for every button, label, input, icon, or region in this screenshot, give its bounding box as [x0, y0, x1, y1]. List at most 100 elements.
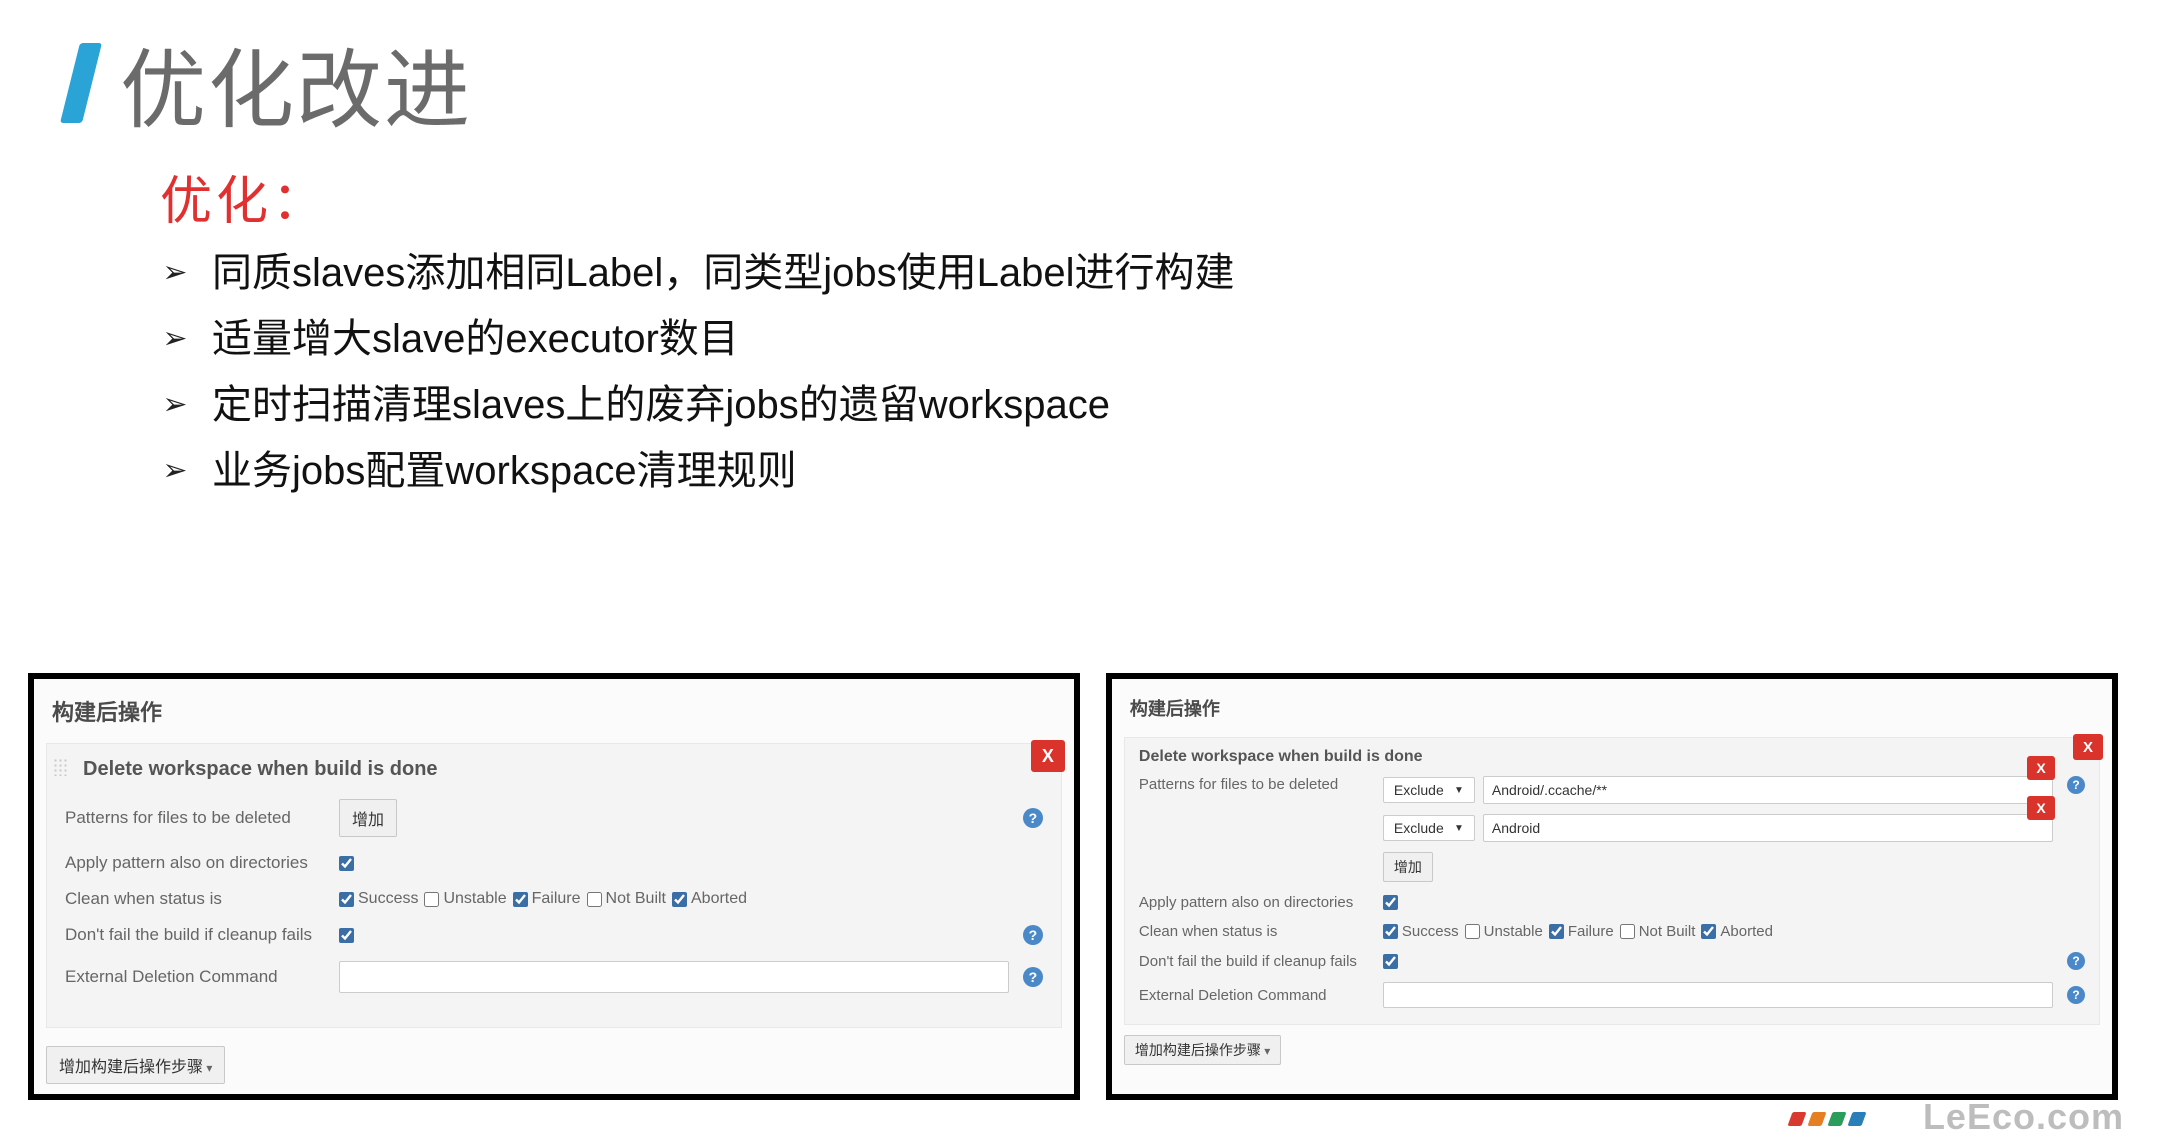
slide-header: 优化改进: [0, 0, 2164, 145]
row-patterns: Patterns for files to be deleted X Exclu…: [1139, 776, 2085, 882]
bullet-text: 适量增大slave的executor数目: [212, 306, 739, 372]
pattern-mode-select[interactable]: Exclude ▼: [1383, 815, 1475, 841]
dot-icon: [1827, 1112, 1846, 1126]
pattern-row: X Exclude ▼: [1383, 814, 2053, 842]
apply-dirs-checkbox[interactable]: [1383, 895, 1398, 910]
dot-icon: [1847, 1112, 1866, 1126]
help-icon[interactable]: ?: [2067, 776, 2085, 794]
row-dont-fail: Don't fail the build if cleanup fails ?: [65, 925, 1043, 945]
pattern-value-input[interactable]: [1483, 814, 2053, 842]
apply-dirs-checkbox[interactable]: [339, 856, 354, 871]
chevron-down-icon: ▼: [1454, 823, 1464, 834]
bullet-text: 同质slaves添加相同Label，同类型jobs使用Label进行构建: [212, 240, 1235, 306]
label-ext-cmd: External Deletion Command: [1139, 987, 1369, 1004]
status-label: Aborted: [691, 890, 747, 908]
label-clean-status: Clean when status is: [65, 889, 325, 909]
dont-fail-checkbox[interactable]: [339, 928, 354, 943]
slash-accent-icon: [60, 43, 102, 123]
label-clean-status: Clean when status is: [1139, 923, 1369, 940]
status-label: Failure: [1568, 923, 1614, 940]
row-apply-dirs: Apply pattern also on directories: [1139, 894, 2085, 911]
status-label: Not Built: [606, 890, 666, 908]
add-postbuild-step-button[interactable]: 增加构建后操作步骤: [46, 1046, 225, 1084]
help-icon[interactable]: ?: [1023, 808, 1043, 828]
bullet-text: 业务jobs配置workspace清理规则: [212, 438, 797, 504]
dot-icon: [1807, 1112, 1826, 1126]
status-unstable-checkbox[interactable]: [1465, 924, 1480, 939]
status-label: Unstable: [443, 890, 506, 908]
status-failure-checkbox[interactable]: [513, 892, 528, 907]
ext-cmd-input[interactable]: [1383, 982, 2053, 1008]
label-dont-fail: Don't fail the build if cleanup fails: [65, 925, 325, 945]
status-label: Success: [1402, 923, 1459, 940]
row-ext-cmd: External Deletion Command ?: [65, 961, 1043, 993]
slide-subtitle: 优化：: [160, 159, 2164, 234]
delete-pattern-button[interactable]: X: [2027, 796, 2055, 820]
chevron-down-icon: ▼: [1454, 785, 1464, 796]
add-pattern-button[interactable]: 增加: [1383, 852, 1433, 882]
dot-icon: [1787, 1112, 1806, 1126]
footer-logo-text: LeEco.com: [1923, 1096, 2124, 1138]
row-ext-cmd: External Deletion Command ?: [1139, 982, 2085, 1008]
config-block: X Delete workspace when build is done Pa…: [46, 743, 1062, 1028]
help-icon[interactable]: ?: [1023, 967, 1043, 987]
help-icon[interactable]: ?: [1023, 925, 1043, 945]
status-label: Not Built: [1639, 923, 1696, 940]
help-icon[interactable]: ?: [2067, 952, 2085, 970]
add-pattern-button[interactable]: 增加: [339, 799, 397, 837]
status-label: Success: [358, 890, 418, 908]
delete-pattern-button[interactable]: X: [2027, 756, 2055, 780]
label-apply-dirs: Apply pattern also on directories: [65, 853, 325, 873]
section-title: 构建后操作: [52, 695, 1062, 727]
drag-handle-icon[interactable]: [53, 758, 67, 776]
status-label: Failure: [532, 890, 581, 908]
screenshot-panels: 构建后操作 X Delete workspace when build is d…: [28, 673, 2118, 1100]
help-icon[interactable]: ?: [2067, 986, 2085, 1004]
bullet-text: 定时扫描清理slaves上的废弃jobs的遗留workspace: [212, 372, 1110, 438]
config-heading: Delete workspace when build is done: [65, 758, 1043, 781]
row-patterns: Patterns for files to be deleted 增加 ?: [65, 799, 1043, 837]
status-failure-checkbox[interactable]: [1549, 924, 1564, 939]
status-success-checkbox[interactable]: [1383, 924, 1398, 939]
select-value: Exclude: [1394, 820, 1444, 836]
bullet-item: ➢ 业务jobs配置workspace清理规则: [160, 438, 2164, 504]
chevron-right-icon: ➢: [160, 314, 190, 364]
label-dont-fail: Don't fail the build if cleanup fails: [1139, 953, 1369, 970]
slide-body: 优化： ➢ 同质slaves添加相同Label，同类型jobs使用Label进行…: [0, 145, 2164, 504]
pattern-mode-select[interactable]: Exclude ▼: [1383, 777, 1475, 803]
bullet-item: ➢ 适量增大slave的executor数目: [160, 306, 2164, 372]
section-title: 构建后操作: [1130, 695, 2100, 721]
row-apply-dirs: Apply pattern also on directories: [65, 853, 1043, 873]
ext-cmd-input[interactable]: [339, 961, 1009, 993]
bullet-list: ➢ 同质slaves添加相同Label，同类型jobs使用Label进行构建 ➢…: [160, 240, 2164, 504]
chevron-right-icon: ➢: [160, 446, 190, 496]
close-button[interactable]: X: [1031, 740, 1065, 772]
status-notbuilt-checkbox[interactable]: [1620, 924, 1635, 939]
status-success-checkbox[interactable]: [339, 892, 354, 907]
add-postbuild-step-button[interactable]: 增加构建后操作步骤: [1124, 1035, 1281, 1065]
label-patterns: Patterns for files to be deleted: [65, 808, 325, 828]
select-value: Exclude: [1394, 782, 1444, 798]
config-block: X Delete workspace when build is done Pa…: [1124, 737, 2100, 1025]
label-apply-dirs: Apply pattern also on directories: [1139, 894, 1369, 911]
row-clean-status: Clean when status is Success Unstable Fa…: [65, 889, 1043, 909]
dont-fail-checkbox[interactable]: [1383, 954, 1398, 969]
status-checkboxes: Success Unstable Failure Not Built Abort…: [1383, 923, 1773, 940]
label-patterns: Patterns for files to be deleted: [1139, 776, 1369, 793]
status-unstable-checkbox[interactable]: [424, 892, 439, 907]
pattern-row: X Exclude ▼: [1383, 776, 2053, 804]
status-notbuilt-checkbox[interactable]: [587, 892, 602, 907]
row-dont-fail: Don't fail the build if cleanup fails ?: [1139, 952, 2085, 970]
logo-dots-icon: [1790, 1112, 1864, 1126]
jenkins-panel-right: 构建后操作 X Delete workspace when build is d…: [1106, 673, 2118, 1100]
status-aborted-checkbox[interactable]: [672, 892, 687, 907]
jenkins-panel-left: 构建后操作 X Delete workspace when build is d…: [28, 673, 1080, 1100]
close-button[interactable]: X: [2073, 734, 2103, 760]
status-label: Unstable: [1484, 923, 1543, 940]
row-clean-status: Clean when status is Success Unstable Fa…: [1139, 923, 2085, 940]
status-aborted-checkbox[interactable]: [1701, 924, 1716, 939]
footer-row: 增加构建后操作步骤: [46, 1046, 1062, 1084]
bullet-item: ➢ 定时扫描清理slaves上的废弃jobs的遗留workspace: [160, 372, 2164, 438]
slide-title: 优化改进: [120, 20, 472, 145]
pattern-value-input[interactable]: [1483, 776, 2053, 804]
